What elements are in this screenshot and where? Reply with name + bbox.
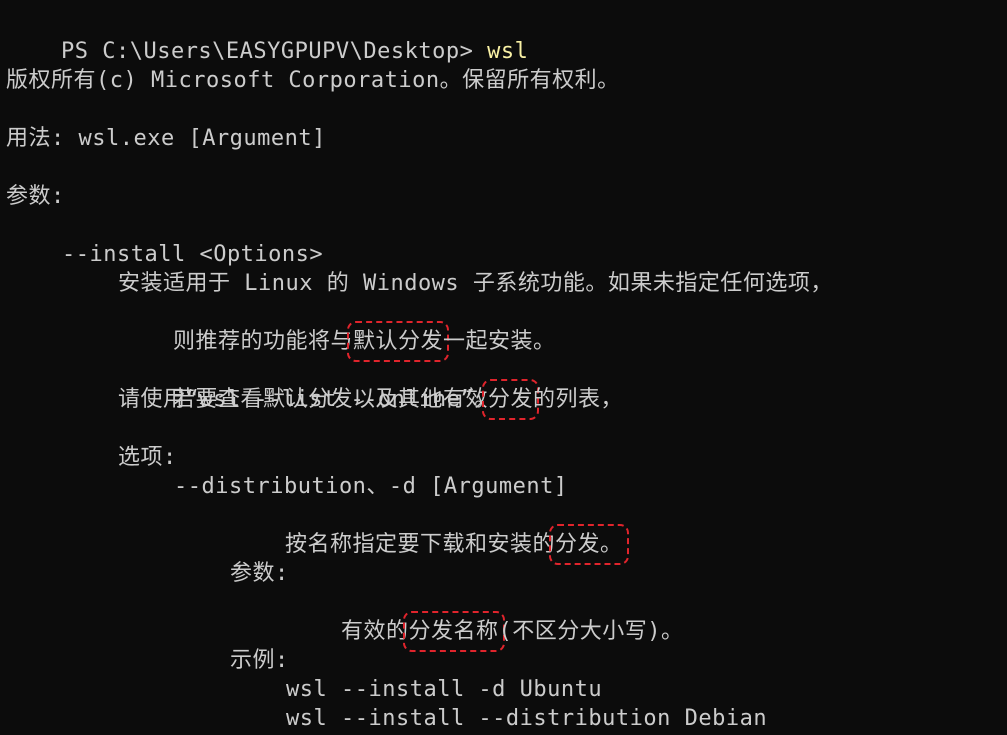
install-flag: --install <Options> (62, 242, 324, 267)
install-desc-2-post: 一起安装。 (443, 329, 556, 354)
usage-line: 用法: wsl.exe [Argument] (6, 126, 326, 151)
terminal-window[interactable]: PS C:\Users\EASYGPUPV\Desktop> wsl 版权所有(… (0, 0, 1007, 735)
prompt-path: PS C:\Users\EASYGPUPV\Desktop> (60, 39, 488, 64)
install-desc-line-1: 安装适用于 Linux 的 Windows 子系统功能。如果未指定任何选项， (118, 271, 833, 296)
install-desc-2-pre: 则推荐的功能将与 (172, 329, 353, 354)
prompt-command: wsl (487, 39, 529, 64)
distribution-desc-pre: 按名称指定要下载和安装的 (284, 532, 555, 557)
options-heading: 选项: (118, 445, 177, 470)
params-heading: 参数: (230, 561, 289, 586)
highlight-distribution-name: 分发名称 (402, 611, 505, 652)
params-desc-post: (不区分大小写)。 (498, 619, 684, 644)
distribution-flag: --distribution、-d [Argument] (174, 474, 568, 499)
example-line-2: wsl --install --distribution Debian (286, 706, 768, 731)
params-desc: 有效的分发名称(不区分大小写)。 (286, 588, 684, 652)
examples-heading: 示例: (230, 648, 289, 673)
install-desc-3-post: 的列表， (533, 387, 624, 412)
copyright-line: 版权所有(c) Microsoft Corporation。保留所有权利。 (6, 68, 620, 93)
params-desc-pre: 有效的 (340, 619, 409, 644)
prompt-line: PS C:\Users\EASYGPUPV\Desktop> wsl (6, 8, 528, 64)
highlight-default-distribution: 默认分发 (346, 321, 450, 362)
install-desc-line-3: 若要查看默认分发以及其他有效分发的列表， (118, 356, 623, 420)
args-heading: 参数: (6, 184, 65, 209)
example-line-1: wsl --install -d Ubuntu (286, 677, 603, 702)
install-desc-line-2: 则推荐的功能将与默认分发一起安装。 (118, 298, 556, 362)
highlight-distribution-period: 分发。 (549, 524, 629, 565)
install-desc-line-4: 请使用“wsl --list --online”。 (118, 387, 497, 412)
distribution-desc: 按名称指定要下载和安装的分发。 (230, 501, 629, 565)
